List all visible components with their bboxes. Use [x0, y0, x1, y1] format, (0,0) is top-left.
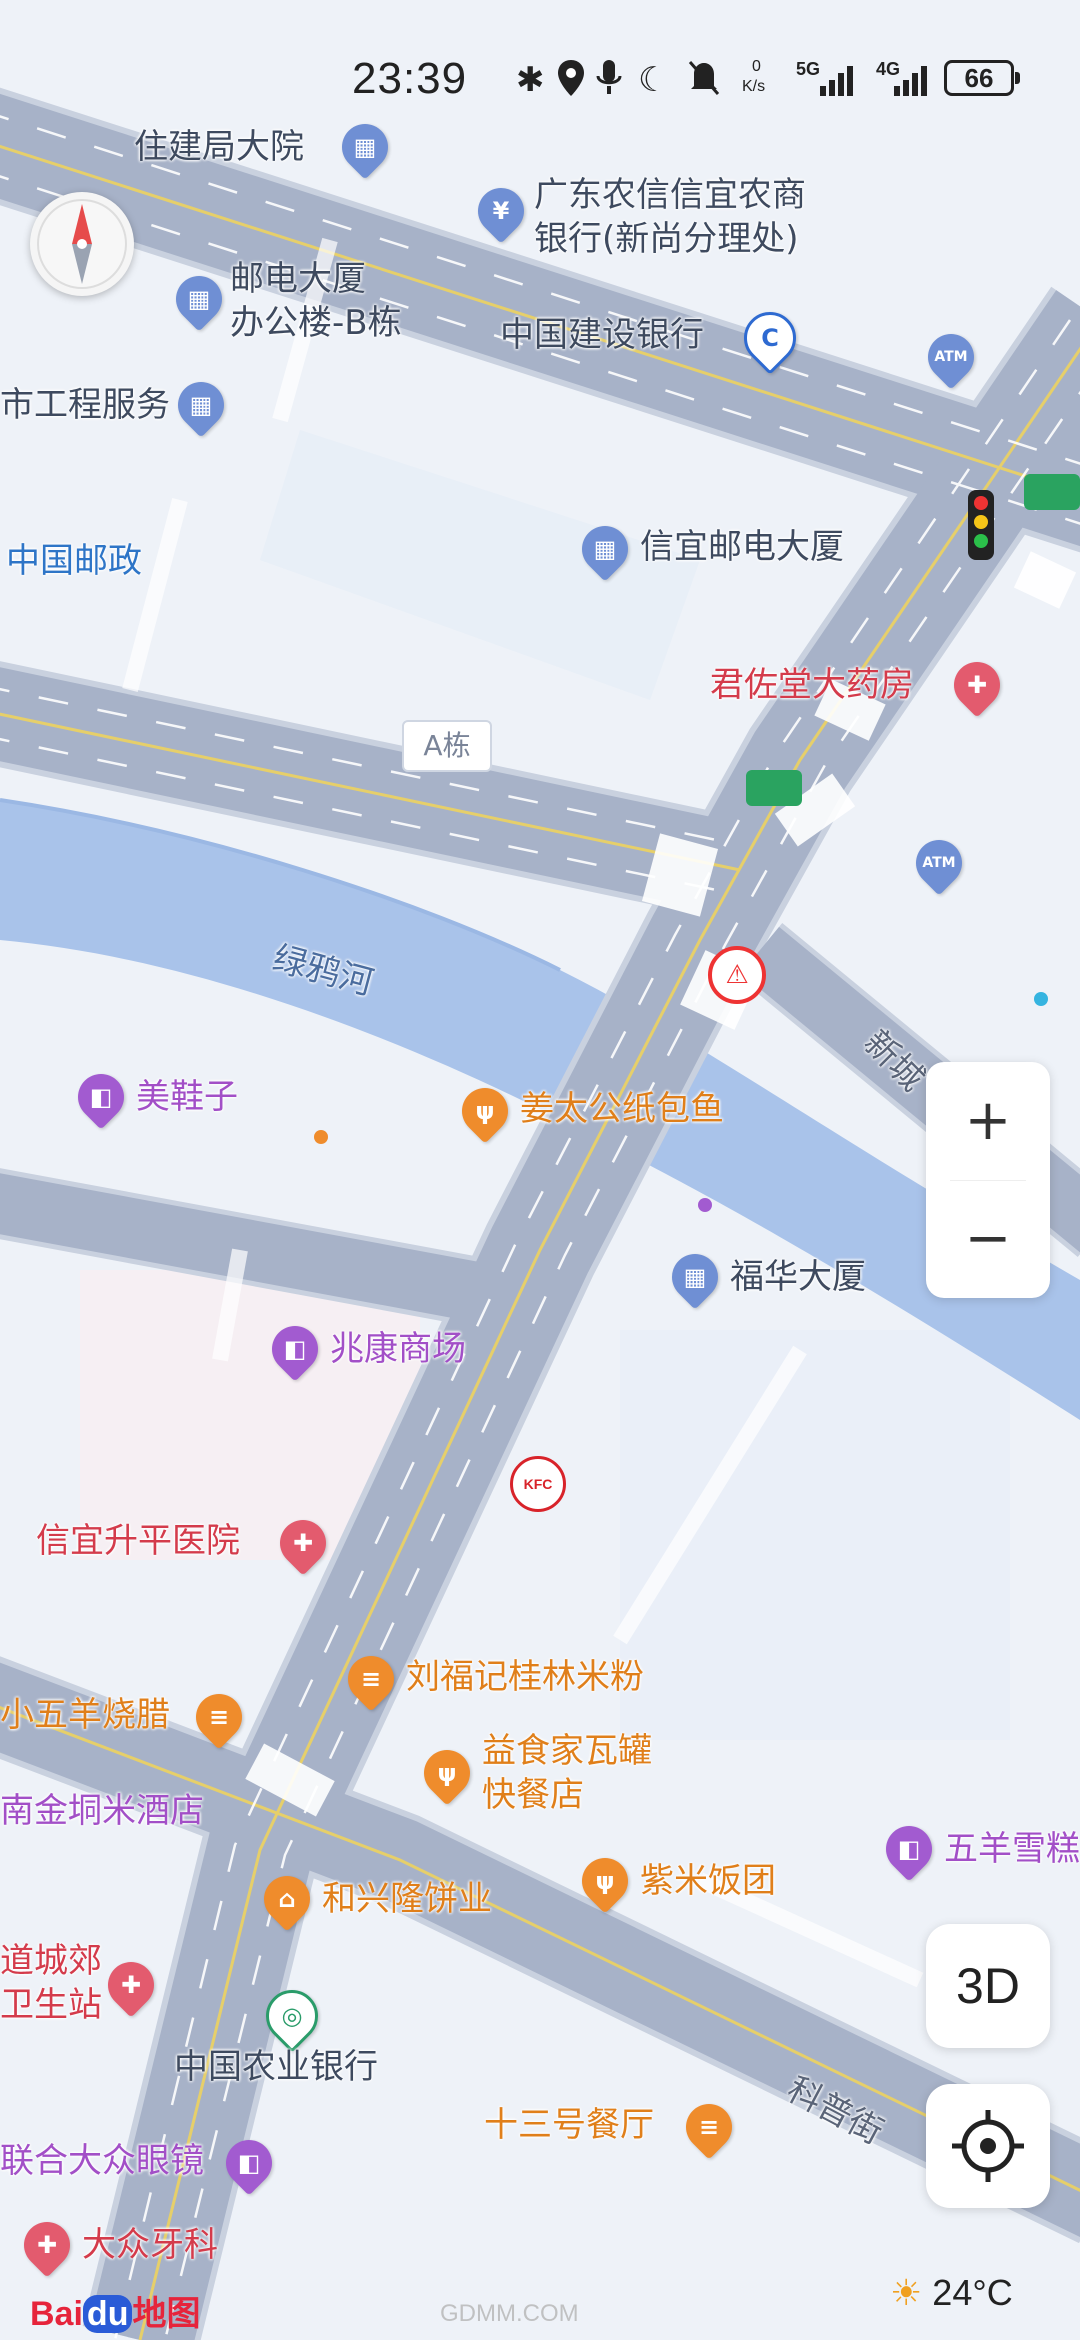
poi-yishijia-1[interactable]: 益食家瓦罐 — [482, 1730, 652, 1772]
network-speed-unit: K/s — [742, 78, 766, 95]
poi-youdian-dasha[interactable]: 邮电大厦 — [230, 258, 366, 300]
building-pin-icon: ▦ — [168, 372, 234, 438]
baidu-map-logo: Bai du 地图 — [30, 2286, 200, 2335]
building-pin-icon: ▦ — [166, 266, 232, 332]
signal-4g-icon — [892, 58, 936, 102]
3d-toggle-button[interactable]: 3D — [926, 1924, 1050, 2048]
weather-widget[interactable]: ☀ 24°C — [890, 2272, 1013, 2314]
dental-pin-icon: ✚ — [14, 2212, 80, 2278]
poi-zhujianju[interactable]: 住建局大院 — [134, 126, 304, 168]
poi-jintongmi[interactable]: 南金垌米酒店 — [0, 1790, 204, 1832]
shopping-pin-icon: ◧ — [262, 1316, 328, 1382]
poi-jiangtaigong[interactable]: 姜太公纸包鱼 — [520, 1088, 724, 1130]
camera-sign-icon — [746, 770, 802, 806]
food-pin-icon: ≡ — [338, 1646, 404, 1712]
shopping-pin-icon: ◧ — [876, 1816, 942, 1882]
building-pin-icon: ▦ — [332, 114, 398, 180]
poi-nongye-bank[interactable]: 中国农业银行 — [174, 2046, 378, 2088]
moon-icon: ☾ — [638, 60, 669, 100]
poi-bangonglou-b[interactable]: 办公楼-B栋 — [230, 302, 402, 344]
logo-part-bai: Bai — [30, 2295, 83, 2333]
food-pin-icon: ≡ — [676, 2094, 742, 2160]
poi-liufuji[interactable]: 刘福记桂林米粉 — [406, 1656, 644, 1698]
traffic-light-icon — [968, 490, 994, 560]
hospital-pin-icon: ✚ — [98, 1952, 164, 2018]
mute-bell-icon — [686, 58, 722, 102]
logo-part-du: du — [82, 2295, 133, 2333]
poi-shisanhao[interactable]: 十三号餐厅 — [484, 2104, 654, 2146]
location-icon — [556, 58, 586, 102]
bank-pin-icon: ¥ — [468, 178, 534, 244]
camera-sign-icon — [1024, 474, 1080, 510]
poi-wuyang-xuegao[interactable]: 五羊雪糕 — [944, 1828, 1080, 1870]
food-pin-icon: ⌂ — [254, 1866, 320, 1932]
poi-shengping-hospital[interactable]: 信宜升平医院 — [36, 1520, 240, 1562]
signal-label-5g: 5G — [796, 59, 821, 79]
poi-xiaowuyang[interactable]: 小五羊烧腊 — [0, 1694, 170, 1736]
partly-cloudy-icon: ☀ — [890, 2272, 923, 2313]
food-pin-icon: ψ — [452, 1078, 518, 1144]
zoom-controls: + − — [926, 1062, 1050, 1298]
building-tag-a[interactable]: A栋 — [402, 720, 492, 772]
poi-meixiezi[interactable]: 美鞋子 — [136, 1076, 238, 1118]
poi-yishijia-2[interactable]: 快餐店 — [482, 1774, 584, 1816]
bluetooth-icon: ✱ — [516, 60, 545, 100]
poi-zhaokang[interactable]: 兆康商场 — [330, 1328, 466, 1370]
atm-pin-icon: ATM — [906, 830, 972, 896]
building-pin-icon: ▦ — [662, 1244, 728, 1310]
poi-junzuotang[interactable]: 君佐堂大药房 — [710, 664, 914, 706]
food-pin-icon: ψ — [572, 1848, 638, 1914]
poi-china-post[interactable]: 中国邮政 — [6, 540, 142, 582]
poi-weishengzhan-2[interactable]: 卫生站 — [0, 1984, 102, 2026]
poi-dazhong-yake[interactable]: 大众牙科 — [82, 2224, 218, 2266]
poi-guangdong-nongxin-1[interactable]: 广东农信信宜农商 — [534, 174, 806, 216]
poi-fuhua-dasha[interactable]: 福华大厦 — [730, 1256, 866, 1298]
poi-zimi-fantuan[interactable]: 紫米饭团 — [640, 1860, 776, 1902]
poi-dazhong-yanjing[interactable]: 联合大众眼镜 — [0, 2140, 204, 2182]
construction-icon: ⚠ — [708, 946, 766, 1004]
signal-5g-icon — [818, 58, 862, 102]
kfc-marker[interactable]: KFC — [510, 1456, 566, 1512]
network-speed-value: 0 — [752, 58, 761, 75]
crosshair-icon — [952, 2110, 1024, 2182]
compass-icon — [37, 199, 127, 289]
poi-hexinglong[interactable]: 和兴隆饼业 — [322, 1878, 492, 1920]
hospital-pin-icon: ✚ — [270, 1510, 336, 1576]
battery-indicator: 66 — [944, 60, 1020, 96]
microphone-icon — [596, 58, 622, 102]
poi-xinyi-youdian[interactable]: 信宜邮电大厦 — [640, 526, 844, 568]
zoom-in-button[interactable]: + — [926, 1062, 1050, 1180]
shopping-pin-icon: ◧ — [68, 1064, 134, 1130]
zoom-out-button[interactable]: − — [926, 1180, 1050, 1298]
poi-guangdong-nongxin-2[interactable]: 银行(新尚分理处) — [534, 218, 799, 260]
food-pin-icon: ψ — [414, 1740, 480, 1806]
locate-me-button[interactable] — [926, 2084, 1050, 2208]
pharmacy-pin-icon: ✚ — [944, 652, 1010, 718]
building-pin-icon: ▦ — [572, 516, 638, 582]
temperature: 24°C — [932, 2272, 1013, 2313]
atm-pin-icon: ATM — [918, 324, 984, 390]
poi-jianshe-bank[interactable]: 中国建设银行 — [500, 314, 704, 356]
poi-gongcheng-fuwu[interactable]: 市工程服务 — [0, 384, 170, 426]
poi-weishengzhan-1[interactable]: 道城郊 — [0, 1940, 102, 1982]
logo-part-ditu: 地图 — [132, 2295, 201, 2333]
status-time: 23:39 — [352, 54, 468, 103]
compass-button[interactable] — [30, 192, 134, 296]
food-pin-icon: ≡ — [186, 1684, 252, 1750]
status-bar: 23:39 ✱ ☾ 0 K/s 5G 4G 66 — [0, 48, 1080, 118]
shopping-pin-icon: ◧ — [216, 2130, 282, 2196]
